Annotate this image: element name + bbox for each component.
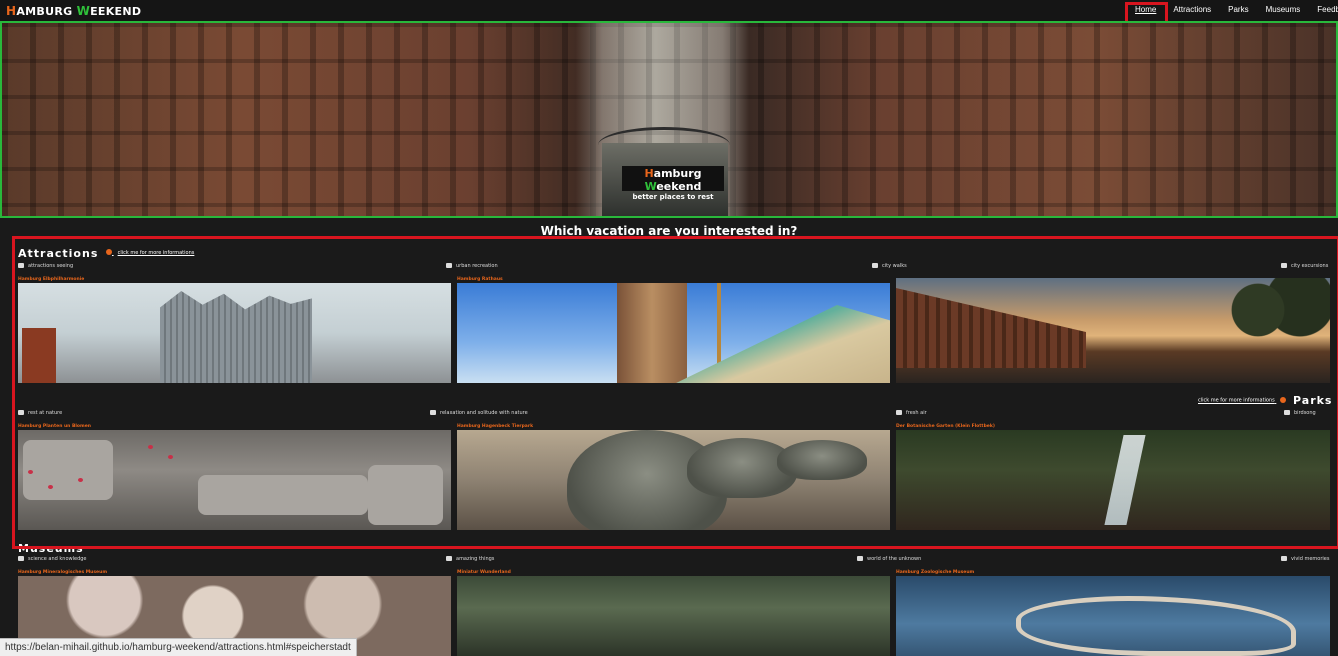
nav-link-museums[interactable]: Museums	[1266, 5, 1301, 14]
hero-banner: Hamburg Weekend better places to rest	[0, 21, 1338, 218]
museums-cat-2: amazing things	[446, 556, 494, 562]
museum-icon	[446, 556, 452, 561]
museum-icon	[18, 556, 24, 561]
museum-icon	[1281, 556, 1287, 561]
category-label: amazing things	[456, 556, 495, 562]
photo-miniatur-wunderland[interactable]	[457, 576, 890, 656]
hero-letter-w: W	[644, 180, 657, 193]
navbar: HAMBURG WEEKEND Home Attractions Parks M…	[0, 0, 1338, 30]
nav-link-feedback[interactable]: Feedback	[1317, 5, 1338, 14]
brand-text-1: AMBURG	[16, 5, 77, 18]
category-label: world of the unknown	[867, 556, 922, 562]
hero-title-box: Hamburg Weekend better places to rest	[622, 166, 724, 201]
museums-cat-4: vivid memories	[1281, 556, 1329, 562]
photo-zoologische[interactable]	[896, 576, 1330, 656]
hero-subtitle: better places to rest	[632, 193, 714, 201]
nav-link-attractions[interactable]: Attractions	[1173, 5, 1211, 14]
page: HAMBURG WEEKEND Home Attractions Parks M…	[0, 0, 1338, 656]
browser-status-url: https://belan-mihail.github.io/hamburg-w…	[0, 638, 357, 656]
photo-detail	[1016, 596, 1296, 656]
place-title-miniatur-wunderland[interactable]: Miniatur Wunderland	[457, 570, 511, 575]
category-label: science and knowledge	[28, 556, 87, 562]
place-title-mineralogisches[interactable]: Hamburg Mineralogisches Museum	[18, 570, 107, 575]
place-title-zoologische[interactable]: Hamburg Zoologische Museum	[896, 570, 974, 575]
brand-logo[interactable]: HAMBURG WEEKEND	[6, 4, 141, 18]
museums-cat-1: science and knowledge	[18, 556, 87, 562]
brand-letter-w: W	[76, 4, 91, 18]
brand-text-2: EEKEND	[90, 5, 142, 18]
hero-text-2: eekend	[656, 180, 702, 193]
hero-letter-h: H	[644, 167, 654, 180]
hero-title: Hamburg Weekend	[622, 167, 724, 193]
content-highlight-box	[12, 236, 1338, 549]
museums-cat-3: world of the unknown	[857, 556, 921, 562]
museum-icon	[857, 556, 863, 561]
category-label: vivid memories	[1291, 556, 1330, 562]
hero-text-1: amburg	[653, 167, 702, 180]
hero-bridge	[598, 127, 730, 145]
nav-link-parks[interactable]: Parks	[1228, 5, 1248, 14]
brand-letter-h: H	[6, 4, 17, 18]
